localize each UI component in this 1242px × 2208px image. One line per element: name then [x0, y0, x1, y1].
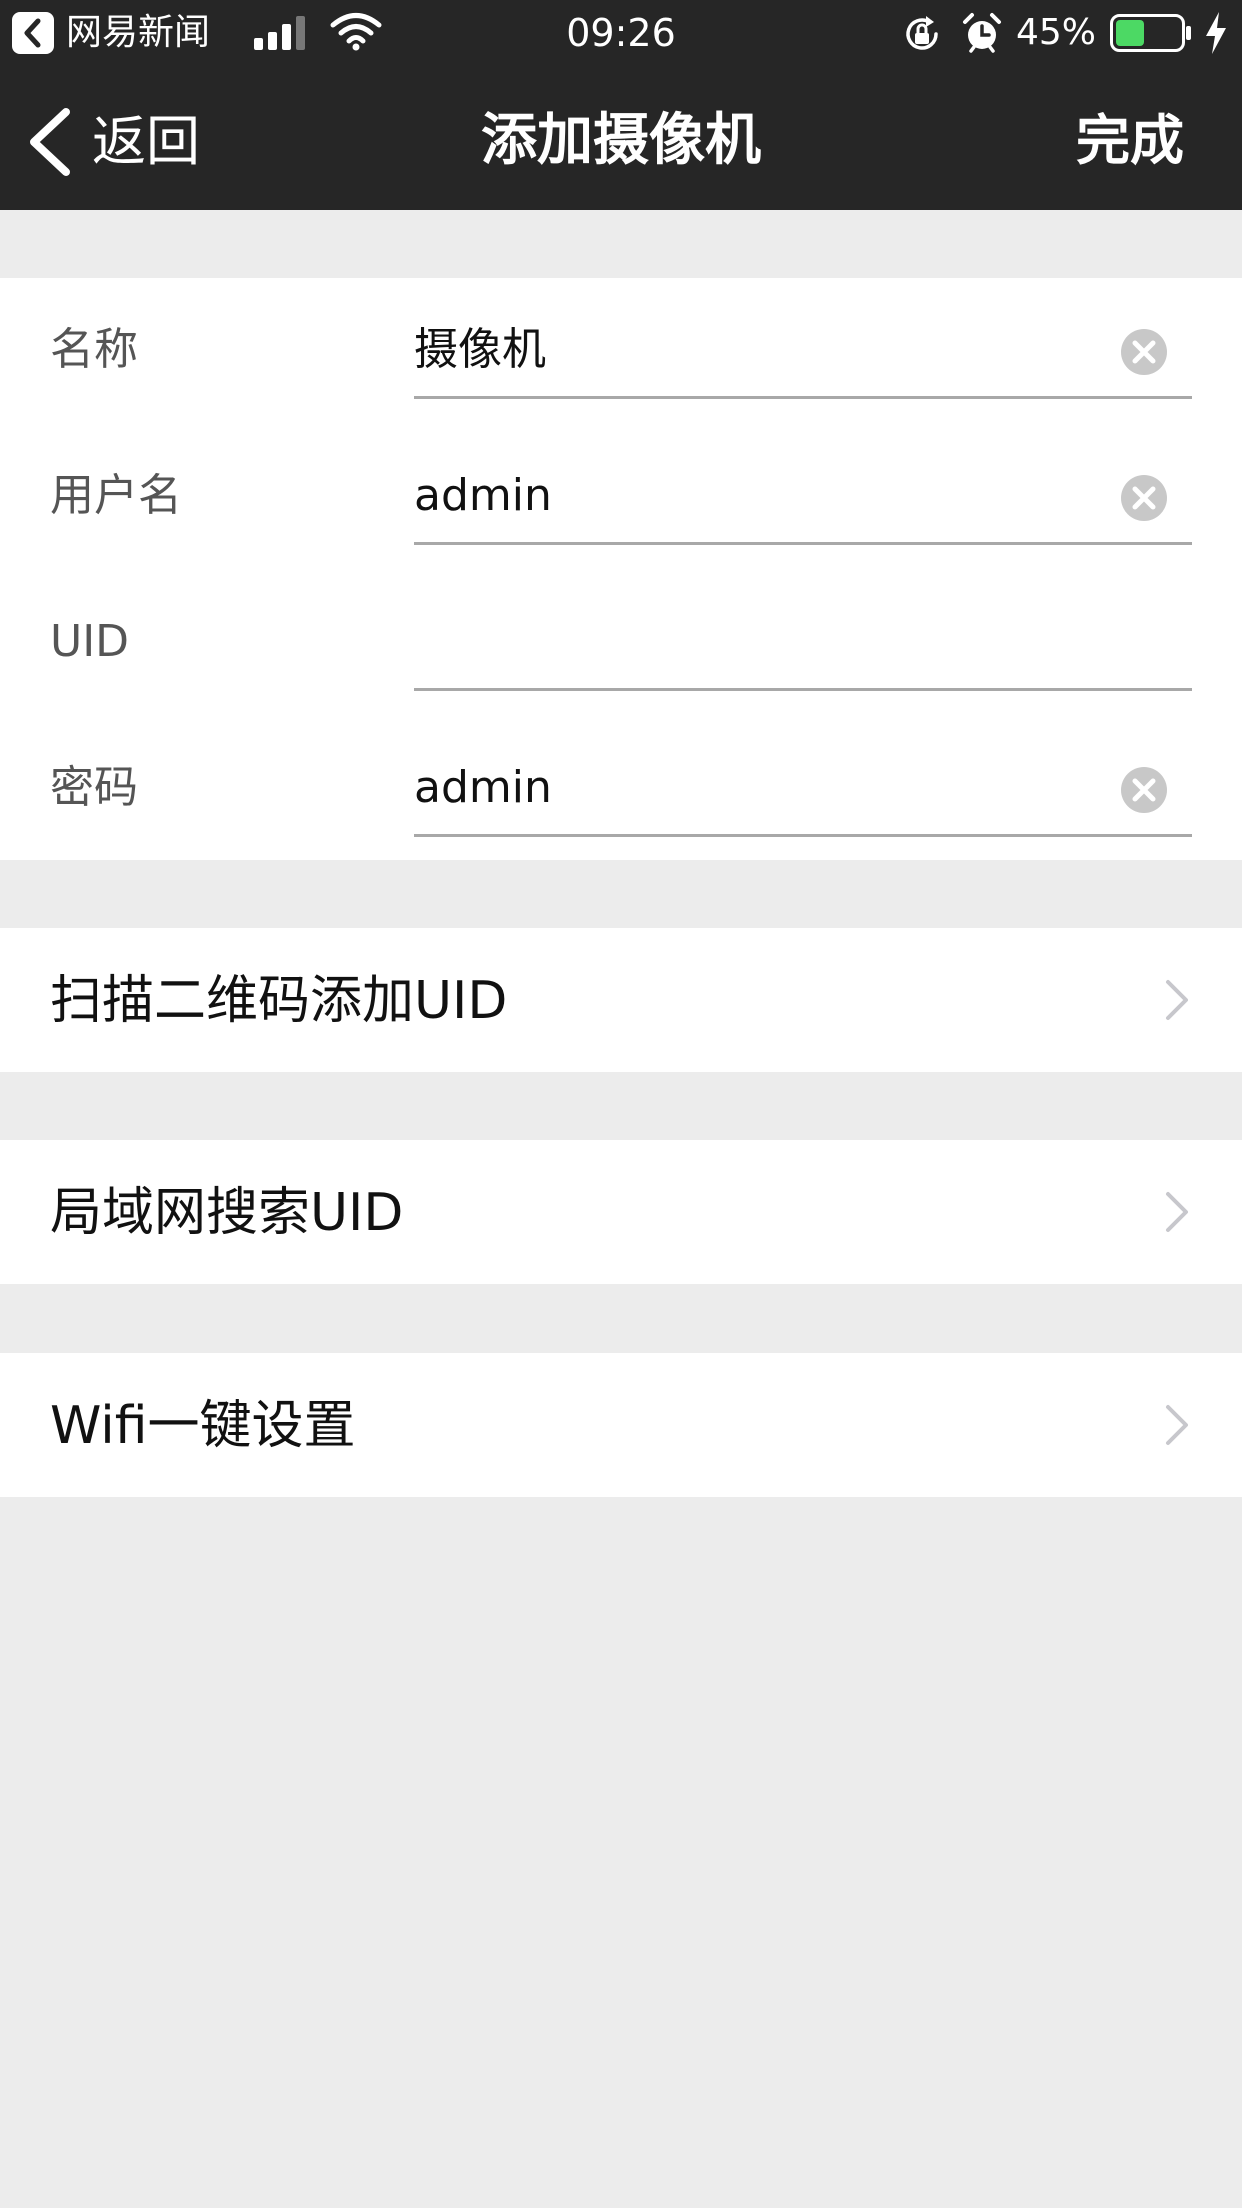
chevron-left-icon [30, 108, 70, 176]
scan-qr-add-uid-row[interactable]: 扫描二维码添加UID [0, 928, 1242, 1072]
wifi-one-key-setup-label: Wifi一键设置 [50, 1396, 356, 1456]
charging-icon [1206, 12, 1226, 54]
back-app-name[interactable]: 网易新闻 [66, 10, 210, 56]
back-app-icon[interactable] [12, 12, 54, 54]
scan-qr-add-uid-label: 扫描二维码添加UID [50, 971, 508, 1031]
status-time: 09:26 [566, 11, 676, 55]
uid-input[interactable] [414, 612, 1114, 672]
rotation-lock-icon [906, 16, 938, 50]
name-underline [414, 396, 1192, 399]
username-label: 用户名 [50, 470, 182, 521]
username-underline [414, 542, 1192, 545]
name-input[interactable] [414, 320, 1114, 380]
chevron-right-icon [1166, 1192, 1188, 1232]
wifi-icon [330, 13, 382, 51]
form-row-name: 名称 [0, 278, 1242, 424]
battery-percent: 45% [1016, 12, 1097, 53]
chevron-right-icon [1166, 980, 1188, 1020]
password-input[interactable] [414, 758, 1114, 818]
camera-form: 名称 用户名 UID 密码 [0, 278, 1242, 860]
signal-icon [254, 16, 305, 50]
form-row-password: 密码 [0, 716, 1242, 862]
lan-search-uid-label: 局域网搜索UID [50, 1183, 404, 1243]
password-label: 密码 [50, 762, 138, 813]
clear-circle-icon[interactable] [1120, 766, 1168, 814]
chevron-right-icon [1166, 1405, 1188, 1445]
back-button-label: 返回 [92, 110, 200, 173]
navigation-bar: 返回 添加摄像机 完成 [0, 66, 1242, 210]
page-title: 添加摄像机 [481, 108, 761, 173]
alarm-icon [963, 13, 1001, 53]
uid-label: UID [50, 616, 130, 667]
done-button[interactable]: 完成 [1076, 106, 1184, 176]
uid-underline [414, 688, 1192, 691]
status-bar: 网易新闻 09:26 45% [0, 0, 1242, 66]
form-row-username: 用户名 [0, 424, 1242, 570]
name-label: 名称 [50, 324, 138, 375]
clear-circle-icon[interactable] [1120, 328, 1168, 376]
lan-search-uid-row[interactable]: 局域网搜索UID [0, 1140, 1242, 1284]
battery-icon [1110, 14, 1191, 52]
form-row-uid: UID [0, 570, 1242, 716]
clear-circle-icon[interactable] [1120, 474, 1168, 522]
username-input[interactable] [414, 466, 1114, 526]
wifi-one-key-setup-row[interactable]: Wifi一键设置 [0, 1353, 1242, 1497]
password-underline [414, 834, 1192, 837]
